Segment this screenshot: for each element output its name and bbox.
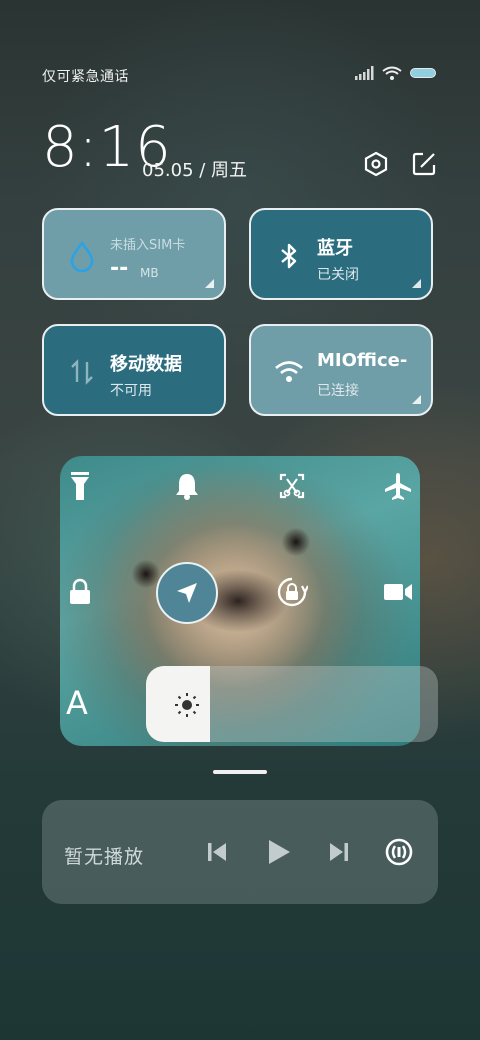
screenshot-icon	[279, 473, 305, 499]
edit-icon[interactable]	[410, 150, 438, 178]
mobile-data-icon	[71, 359, 93, 385]
font-size-button[interactable]: A	[66, 684, 88, 722]
lock-icon	[70, 578, 90, 604]
tile-bluetooth-title: 蓝牙	[317, 238, 353, 259]
airplane-icon	[385, 473, 411, 500]
clock-date: 05.05 / 周五	[142, 160, 248, 181]
tile-data-unit: MB	[140, 266, 159, 280]
flashlight-icon	[71, 472, 89, 500]
rotation-lock-toggle[interactable]	[274, 574, 310, 610]
tile-wifi-status: 已连接	[317, 383, 359, 399]
screenshot-toggle[interactable]	[274, 468, 310, 504]
rotation-lock-icon	[277, 577, 308, 607]
tile-bluetooth[interactable]: 蓝牙 已关闭	[249, 208, 433, 300]
tile-mobile-data[interactable]: 移动数据 不可用	[42, 324, 226, 416]
wifi-icon	[382, 66, 402, 80]
flashlight-toggle[interactable]	[62, 468, 98, 504]
expand-corner	[205, 279, 214, 288]
cast-icon[interactable]	[384, 837, 414, 867]
location-toggle[interactable]	[156, 562, 218, 624]
previous-icon[interactable]	[206, 840, 228, 864]
tile-bluetooth-status: 已关闭	[317, 267, 359, 283]
status-text: 仅可紧急通话	[42, 69, 129, 85]
bluetooth-icon	[281, 243, 297, 269]
tile-data-usage[interactable]: 未插入SIM卡 -- MB	[42, 208, 226, 300]
data-drop-icon	[70, 240, 94, 272]
airplane-toggle[interactable]	[380, 468, 416, 504]
drag-handle[interactable]	[213, 770, 267, 774]
signal-icon	[355, 66, 374, 80]
status-icons	[354, 66, 436, 80]
brightness-slider[interactable]	[146, 666, 438, 742]
expand-corner	[412, 279, 421, 288]
tile-data-value: --	[110, 256, 129, 281]
lock-toggle[interactable]	[62, 574, 98, 610]
play-icon[interactable]	[266, 838, 292, 866]
sound-toggle[interactable]	[169, 468, 205, 504]
screen-record-icon	[384, 584, 412, 600]
battery-icon	[410, 68, 436, 78]
sun-icon	[175, 693, 199, 717]
wifi-icon	[275, 361, 303, 382]
location-icon	[177, 583, 197, 603]
settings-icon[interactable]	[362, 150, 390, 178]
tile-wifi[interactable]: MIOffice- 已连接	[249, 324, 433, 416]
tile-mobile-data-title: 移动数据	[110, 354, 182, 375]
expand-corner	[412, 395, 421, 404]
screen-record-toggle[interactable]	[380, 574, 416, 610]
next-icon[interactable]	[328, 840, 350, 864]
media-status: 暂无播放	[64, 846, 145, 868]
tile-mobile-data-status: 不可用	[110, 383, 152, 399]
tile-data-title: 未插入SIM卡	[110, 238, 186, 253]
tile-wifi-title: MIOffice-	[317, 350, 408, 371]
bell-icon	[176, 474, 198, 500]
